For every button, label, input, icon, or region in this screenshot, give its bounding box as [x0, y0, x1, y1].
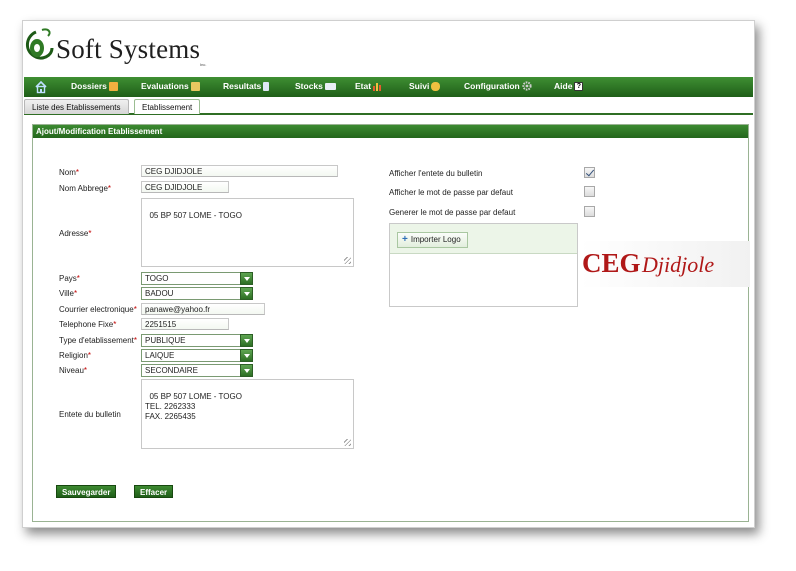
adresse-label: Adresse*	[59, 229, 92, 238]
logo-upload-toolbar: + Importer Logo	[390, 224, 577, 254]
users-icon	[431, 81, 441, 91]
pays-label: Pays*	[59, 274, 80, 283]
plus-icon: +	[402, 234, 408, 245]
chevron-down-icon[interactable]	[240, 349, 253, 362]
tab-etablissement[interactable]: Etablissement	[134, 99, 201, 114]
form-panel: Ajout/Modification Etablissement	[32, 124, 749, 522]
afficher-mdp-label: Afficher le mot de passe par defaut	[389, 188, 513, 197]
brand-logo: Soft Systems Inc.	[22, 26, 222, 70]
religion-select[interactable]: LAIQUE	[141, 349, 253, 362]
panel-title: Ajout/Modification Etablissement	[33, 125, 748, 138]
ville-label: Ville*	[59, 289, 78, 298]
help-icon: ?	[574, 81, 584, 91]
nom-abbrege-label: Nom Abbrege*	[59, 184, 112, 193]
gear-icon	[522, 81, 532, 91]
chevron-down-icon[interactable]	[240, 364, 253, 377]
entete-textarea[interactable]: 05 BP 507 LOME - TOGO TEL. 2262333 FAX. …	[141, 379, 354, 449]
afficher-entete-label: Afficher l'entete du bulletin	[389, 169, 483, 178]
courrier-label: Courrier electronique*	[59, 305, 137, 314]
type-select[interactable]: PUBLIQUE	[141, 334, 253, 347]
pencil-icon	[190, 81, 200, 91]
nav-configuration[interactable]: Configuration	[464, 81, 532, 91]
folder-people-icon	[108, 81, 118, 91]
telephone-input[interactable]: 2251515	[141, 318, 229, 330]
import-logo-button[interactable]: + Importer Logo	[397, 232, 468, 248]
tab-bar: Liste des Etablissements Etablissement	[24, 99, 753, 115]
afficher-mdp-checkbox[interactable]	[584, 186, 595, 197]
religion-label: Religion*	[59, 351, 92, 360]
ville-select[interactable]: BADOU	[141, 287, 253, 300]
niveau-label: Niveau*	[59, 366, 88, 375]
brand-swirl-icon	[26, 28, 54, 60]
chevron-down-icon[interactable]	[240, 287, 253, 300]
report-icon	[263, 81, 270, 91]
home-icon[interactable]	[34, 80, 48, 94]
logo-preview-main-text: CEG	[582, 248, 641, 278]
chevron-down-icon[interactable]	[240, 272, 253, 285]
tab-liste-etablissements[interactable]: Liste des Etablissements	[24, 99, 129, 114]
logo-preview-script-text: Djidjole	[641, 252, 714, 277]
main-nav: Dossiers Evaluations Resultats Stocks Et…	[24, 77, 753, 97]
school-logo-preview: CEG Djidjole	[580, 241, 750, 287]
nav-stocks[interactable]: Stocks	[295, 81, 336, 91]
nav-resultats[interactable]: Resultats	[223, 81, 270, 91]
telephone-label: Telephone Fixe*	[59, 320, 117, 329]
nav-suivi[interactable]: Suivi	[409, 81, 441, 91]
type-label: Type d'etablissement*	[59, 336, 138, 345]
brand-suffix: Inc.	[200, 62, 207, 67]
nom-abbrege-input[interactable]: CEG DJIDJOLE	[141, 181, 229, 193]
bar-chart-icon	[373, 82, 382, 91]
nav-dossiers[interactable]: Dossiers	[71, 81, 118, 91]
resize-grip-icon[interactable]	[344, 439, 351, 446]
adresse-textarea[interactable]: 05 BP 507 LOME - TOGO	[141, 198, 354, 267]
generer-mdp-label: Generer le mot de passe par defaut	[389, 208, 516, 217]
nav-etat[interactable]: Etat	[355, 81, 383, 91]
brand-name: Soft Systems	[56, 34, 201, 64]
chevron-down-icon[interactable]	[240, 334, 253, 347]
generer-mdp-checkbox[interactable]	[584, 206, 595, 217]
nav-evaluations[interactable]: Evaluations	[141, 81, 200, 91]
pays-select[interactable]: TOGO	[141, 272, 253, 285]
nom-input[interactable]: CEG DJIDJOLE	[141, 165, 338, 177]
save-button[interactable]: Sauvegarder	[56, 485, 117, 498]
nom-label: Nom*	[59, 168, 80, 177]
envelope-icon	[324, 82, 336, 90]
courrier-input[interactable]: panawe@yahoo.fr	[141, 303, 265, 315]
resize-grip-icon[interactable]	[344, 257, 351, 264]
nav-aide[interactable]: Aide ?	[554, 81, 584, 91]
logo-upload-box: + Importer Logo	[389, 223, 578, 307]
afficher-entete-checkbox[interactable]	[584, 167, 595, 178]
clear-button[interactable]: Effacer	[134, 485, 174, 498]
niveau-select[interactable]: SECONDAIRE	[141, 364, 253, 377]
entete-label: Entete du bulletin	[59, 410, 121, 419]
